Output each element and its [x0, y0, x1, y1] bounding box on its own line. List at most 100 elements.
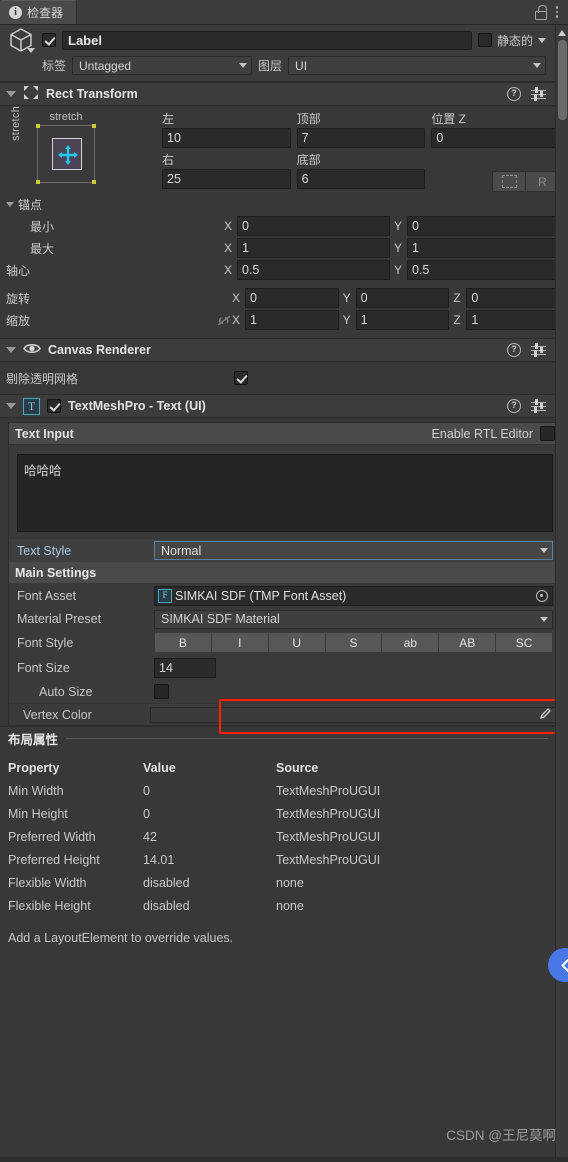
rect-transform-body: stretch stretch 左 10 顶部 7 位置 Z 0 右 25 底部…: [0, 106, 568, 338]
cull-transparent-mesh-checkbox[interactable]: [234, 371, 248, 385]
auto-size-row: Auto Size: [9, 680, 561, 703]
font-style-smallcaps-button[interactable]: SC: [496, 632, 554, 653]
top-input[interactable]: 7: [296, 128, 426, 148]
rotation-y-input[interactable]: 0: [355, 288, 450, 308]
vertex-color-swatch[interactable]: [150, 706, 557, 723]
cell-value: 0: [143, 783, 150, 798]
font-size-input[interactable]: 14: [154, 657, 216, 678]
font-style-bold-button[interactable]: B: [154, 632, 212, 653]
tag-dropdown[interactable]: Untagged: [72, 56, 253, 75]
scroll-up-arrow-icon[interactable]: [558, 30, 566, 36]
font-style-strikethrough-button[interactable]: S: [325, 632, 383, 653]
scale-x-input[interactable]: 1: [245, 310, 339, 330]
text-input-textarea[interactable]: 哈哈哈: [17, 454, 553, 532]
info-icon: i: [9, 6, 22, 19]
font-asset-object-field[interactable]: F SIMKAI SDF (TMP Font Asset): [154, 585, 553, 606]
cell-property: Flexible Height: [8, 898, 91, 913]
gameobject-enabled-checkbox[interactable]: [42, 33, 56, 47]
anchor-preset-box[interactable]: [36, 124, 96, 184]
chevron-left-icon: [560, 958, 568, 972]
textmeshpro-enabled-checkbox[interactable]: [47, 399, 61, 413]
rtl-checkbox[interactable]: [540, 426, 555, 441]
layout-properties-table: Property Value Source Min Width 0 TextMe…: [0, 750, 568, 917]
scrollbar-thumb[interactable]: [558, 40, 567, 120]
auto-size-checkbox[interactable]: [154, 684, 169, 699]
preset-icon[interactable]: [531, 399, 546, 413]
pivot-y-input[interactable]: 0.5: [407, 260, 560, 280]
gameobject-header: Label 静态的 标签 Untagged 图层 UI: [0, 25, 568, 82]
axis-y-label: Y: [394, 219, 403, 233]
rtl-label: Enable RTL Editor: [431, 426, 533, 441]
rect-transform-fields: 左 10 顶部 7 位置 Z 0 右 25 底部 6 R: [162, 111, 561, 193]
component-actions: ?: [507, 343, 560, 357]
anchor-handle-icon: [36, 124, 40, 128]
blueprint-mode-button[interactable]: [492, 171, 527, 192]
axis-x-label: X: [224, 219, 233, 233]
anchor-min-x-input[interactable]: 0: [237, 216, 390, 236]
gameobject-name-input[interactable]: Label: [62, 30, 472, 50]
anchor-min-y-input[interactable]: 0: [407, 216, 560, 236]
foldout-arrow-icon[interactable]: [6, 91, 16, 97]
axis-y-label: Y: [342, 291, 351, 305]
font-style-italic-button[interactable]: I: [211, 632, 269, 653]
anchor-preset-widget[interactable]: stretch stretch: [6, 106, 156, 193]
preset-icon[interactable]: [531, 343, 546, 357]
left-input[interactable]: 10: [162, 128, 291, 148]
chevron-down-icon: [540, 616, 548, 622]
cube-icon[interactable]: [6, 25, 36, 55]
canvas-renderer-body: 剔除透明网格: [0, 362, 568, 394]
component-header-rect-transform[interactable]: Rect Transform ?: [0, 82, 568, 106]
anchor-handle-icon: [36, 180, 40, 184]
rt-row-right-bottom: 右 25 底部 6 R: [162, 152, 561, 193]
axis-z-label: Z: [453, 313, 461, 327]
component-header-textmeshpro[interactable]: T TextMeshPro - Text (UI) ?: [0, 394, 568, 418]
axis-x-label: X: [232, 291, 241, 305]
font-style-underline-button[interactable]: U: [268, 632, 326, 653]
table-row: Min Height 0 TextMeshProUGUI: [8, 802, 560, 825]
anchor-preset-vertical-label: stretch: [10, 105, 22, 141]
vertical-scrollbar[interactable]: [555, 25, 568, 1162]
font-style-uppercase-button[interactable]: AB: [439, 632, 497, 653]
help-icon[interactable]: ?: [507, 343, 521, 357]
help-icon[interactable]: ?: [507, 399, 521, 413]
right-input[interactable]: 25: [162, 169, 291, 189]
pivot-x-input[interactable]: 0.5: [237, 260, 390, 280]
gameobject-name-row: Label 静态的: [6, 28, 546, 53]
text-style-dropdown[interactable]: Normal: [154, 541, 553, 560]
tab-inspector[interactable]: i 检查器: [0, 0, 78, 24]
posz-input[interactable]: 0: [431, 128, 561, 148]
kebab-menu-icon[interactable]: [555, 6, 559, 18]
collapse-panel-button[interactable]: [548, 948, 568, 982]
scale-y-input[interactable]: 1: [355, 310, 450, 330]
font-style-lowercase-button[interactable]: ab: [382, 632, 440, 653]
anchor-min-label: 最小: [30, 219, 55, 234]
anchor-max-x-input[interactable]: 1: [237, 238, 390, 258]
anchors-foldout[interactable]: 锚点: [6, 196, 560, 213]
material-preset-value: SIMKAI SDF Material: [161, 612, 280, 626]
rotation-z-input[interactable]: 0: [466, 288, 561, 308]
anchor-max-y-input[interactable]: 1: [407, 238, 560, 258]
right-label: 右: [162, 153, 175, 167]
component-header-canvas-renderer[interactable]: Canvas Renderer ?: [0, 338, 568, 362]
static-checkbox[interactable]: [477, 33, 492, 47]
eyedropper-icon[interactable]: [539, 707, 552, 723]
preset-icon[interactable]: [531, 87, 546, 101]
bottom-input[interactable]: 6: [296, 169, 426, 189]
font-style-row: Font Style B I U S ab AB SC: [9, 630, 561, 655]
main-settings-header[interactable]: Main Settings: [9, 562, 561, 583]
layer-dropdown[interactable]: UI: [288, 56, 546, 75]
scale-z-input[interactable]: 1: [466, 310, 561, 330]
rotation-x-input[interactable]: 0: [245, 288, 339, 308]
constrain-proportions-icon[interactable]: [216, 314, 232, 327]
material-preset-label: Material Preset: [17, 612, 102, 626]
anchors-label: 锚点: [18, 198, 43, 212]
lock-icon[interactable]: [534, 5, 547, 20]
cube-dropdown-arrow-icon[interactable]: [27, 48, 35, 53]
static-dropdown-arrow-icon[interactable]: [538, 37, 546, 43]
help-icon[interactable]: ?: [507, 87, 521, 101]
object-picker-icon[interactable]: [536, 589, 548, 602]
material-preset-dropdown[interactable]: SIMKAI SDF Material: [154, 609, 553, 629]
foldout-arrow-icon[interactable]: [6, 347, 16, 353]
foldout-arrow-icon[interactable]: [6, 403, 16, 409]
posz-label: 位置 Z: [431, 112, 467, 126]
